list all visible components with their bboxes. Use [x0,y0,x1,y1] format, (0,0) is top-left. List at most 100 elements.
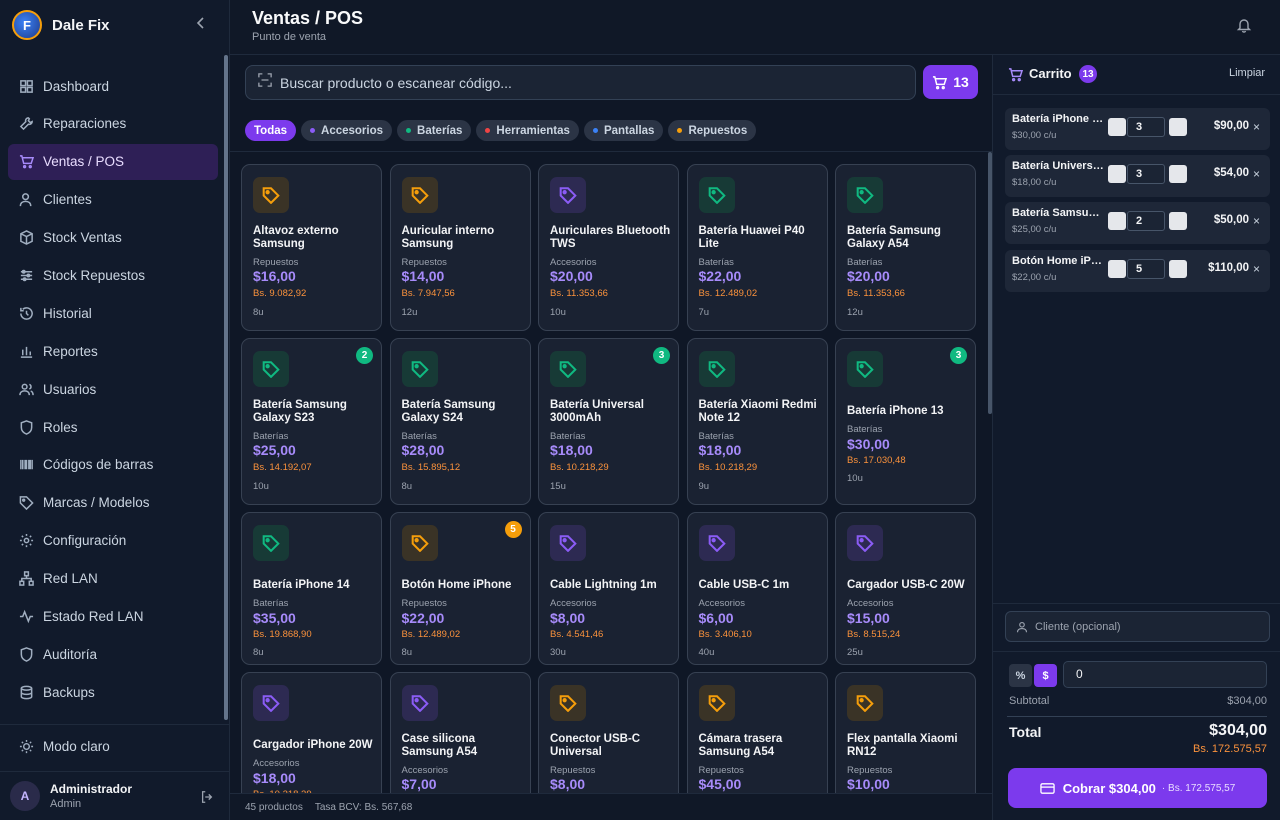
tag-icon [401,351,438,387]
product-card[interactable]: Batería Xiaomi Redmi Note 12 Baterías $18,… [686,338,828,505]
client-input[interactable]: Cliente (opcional) [1005,611,1270,642]
sidebar-item-clientes[interactable]: Clientes [8,182,218,218]
sidebar-item-roles[interactable]: Roles [8,409,218,445]
product-card[interactable]: Auricular interno Samsung Repuestos $14,00… [389,164,531,331]
sidebar-item-label: Backups [43,684,95,700]
product-card[interactable]: Auriculares Bluetooth TWS Accesorios $20,0… [538,164,679,331]
remove-item-icon[interactable]: × [1253,214,1260,228]
discount-input[interactable]: 0 [1063,661,1267,688]
product-category: Accesorios [253,758,300,769]
sidebar-item-label: Ventas / POS [43,154,125,170]
cart-item-unit-price: $30,00 c/u [1012,130,1057,141]
sidebar-item-estado-red-lan[interactable]: Estado Red LAN [8,598,218,634]
product-card[interactable]: 5 Botón Home iPhone Repuestos $22,00 Bs. 12.… [389,512,531,665]
sidebar-scrollbar[interactable] [224,55,228,720]
discount-percent-toggle[interactable]: % [1009,664,1032,687]
increase-qty-button[interactable] [1169,118,1187,136]
filter-chip[interactable]: Herramientas [476,120,579,141]
product-card[interactable]: Batería Samsung Galaxy A54 Baterías $20,00… [835,164,976,331]
sidebar-item-configuración[interactable]: Configuración [8,523,218,559]
cart-item-name: Batería iPhone 13 [1012,113,1104,125]
sidebar-item-reparaciones[interactable]: Reparaciones [8,106,218,142]
sidebar-item-label: Dashboard [43,78,110,94]
product-stock: 25u [847,647,863,658]
sidebar-item-red-lan[interactable]: Red LAN [8,561,218,597]
charge-button[interactable]: Cobrar $304,00 · Bs. 172.575,57 [1008,768,1267,808]
shield-icon [18,419,34,435]
activity-icon [18,608,34,624]
decrease-qty-button[interactable] [1108,212,1126,230]
sidebar-item-dashboard[interactable]: Dashboard [8,68,218,104]
filter-chip[interactable]: Baterías [397,120,472,141]
cart-item-name: Batería Samsung Galaxy S23 [1012,207,1104,219]
product-card[interactable]: 3 Batería Universal 3000mAh Baterías $18,00… [538,338,679,505]
filter-chip[interactable]: Accesorios [301,120,393,141]
sidebar-item-auditoría[interactable]: Auditoría [8,636,218,672]
increase-qty-button[interactable] [1169,212,1187,230]
increase-qty-button[interactable] [1169,260,1187,278]
sidebar-item-ventas-pos[interactable]: Ventas / POS [8,143,218,180]
decrease-qty-button[interactable] [1108,118,1126,136]
sidebar-item-stock-repuestos[interactable]: Stock Repuestos [8,257,218,293]
product-category: Repuestos [401,598,447,609]
remove-item-icon[interactable]: × [1253,167,1260,181]
cart-item-total: $110,00 [1208,262,1249,274]
product-card[interactable]: Cámara trasera Samsung A54 Repuestos $45,0… [686,672,828,793]
remove-item-icon[interactable]: × [1253,120,1260,134]
product-count: 45 productos [245,801,303,813]
clear-cart-button[interactable]: Limpiar [1229,67,1265,79]
product-card[interactable]: Flex pantalla Xiaomi RN12 Repuestos $10,00 [835,672,976,793]
product-card[interactable]: Batería iPhone 14 Baterías $35,00 Bs. 19.86… [241,512,382,665]
remove-item-icon[interactable]: × [1253,262,1260,276]
product-card[interactable]: Cargador USB-C 20W Accesorios $15,00 Bs. 8.… [835,512,976,665]
product-card[interactable]: Cable USB-C 1m Accesorios $6,00 Bs. 3.406,1… [686,512,828,665]
product-card[interactable]: Conector USB-C Universal Repuestos $8,00 [538,672,679,793]
qty-input[interactable]: 3 [1127,164,1165,184]
cart-item-unit-price: $18,00 c/u [1012,177,1057,188]
filter-chip[interactable]: Repuestos [668,120,757,141]
in-cart-badge: 3 [950,347,967,364]
decrease-qty-button[interactable] [1108,165,1126,183]
increase-qty-button[interactable] [1169,165,1187,183]
product-price-bs: Bs. 11.353,66 [550,288,608,299]
product-card[interactable]: Batería Samsung Galaxy S24 Baterías $28,00… [389,338,531,505]
sidebar-item-códigos-de-barras[interactable]: Códigos de barras [8,447,218,483]
sidebar-item-historial[interactable]: Historial [8,295,218,331]
logout-icon[interactable] [200,790,214,809]
theme-toggle[interactable]: Modo claro [0,724,229,768]
sidebar-item-stock-ventas[interactable]: Stock Ventas [8,220,218,256]
product-card[interactable]: Batería Huawei P40 Lite Baterías $22,00 Bs.… [686,164,828,331]
in-cart-badge: 2 [356,347,373,364]
cart-button[interactable]: 13 [923,65,978,99]
pos-main: Buscar producto o escanear código... 13 … [230,55,992,820]
product-card[interactable]: Cable Lightning 1m Accesorios $8,00 Bs. 4.5… [538,512,679,665]
decrease-qty-button[interactable] [1108,260,1126,278]
product-stock: 7u [698,307,710,318]
product-card[interactable]: Altavoz externo Samsung Repuestos $16,00 Bs… [241,164,382,331]
product-price-bs: Bs. 19.868,90 [253,629,312,640]
client-placeholder: Cliente (opcional) [1035,620,1121,633]
sidebar-item-usuarios[interactable]: Usuarios [8,371,218,407]
product-card[interactable]: Cargador iPhone 20WAccesorios$18,00Bs. 1… [241,672,382,793]
product-card[interactable]: 3 Batería iPhone 13 Baterías $30,00 Bs. 17.0… [835,338,976,505]
qty-input[interactable]: 3 [1127,117,1165,137]
sidebar-item-marcas-modelos[interactable]: Marcas / Modelos [8,485,218,521]
product-price: $18,00 [550,442,593,458]
product-card[interactable]: Case silicona Samsung A54 Accesorios $7,00 [389,672,531,793]
qty-input[interactable]: 2 [1127,211,1165,231]
page-title: Ventas / POS [252,8,364,28]
filter-chip[interactable]: Todas [245,120,297,141]
tag-icon [253,351,289,387]
qty-input[interactable]: 5 [1127,259,1165,279]
sidebar-item-reportes[interactable]: Reportes [8,333,218,369]
total-bs-value: Bs. 172.575,57 [1192,743,1267,755]
sidebar-item-backups[interactable]: Backups [8,674,218,710]
product-price: $18,00 [698,442,742,458]
product-search-input[interactable]: Buscar producto o escanear código... [245,65,916,100]
filter-chip[interactable]: Pantallas [583,120,664,141]
product-card[interactable]: 2 Batería Samsung Galaxy S23 Baterías $25,0… [241,338,382,505]
discount-dollar-toggle[interactable]: $ [1034,664,1057,687]
brand[interactable]: F Dale Fix [12,10,110,40]
bell-icon[interactable] [1236,17,1252,38]
collapse-sidebar-icon[interactable] [196,16,206,32]
